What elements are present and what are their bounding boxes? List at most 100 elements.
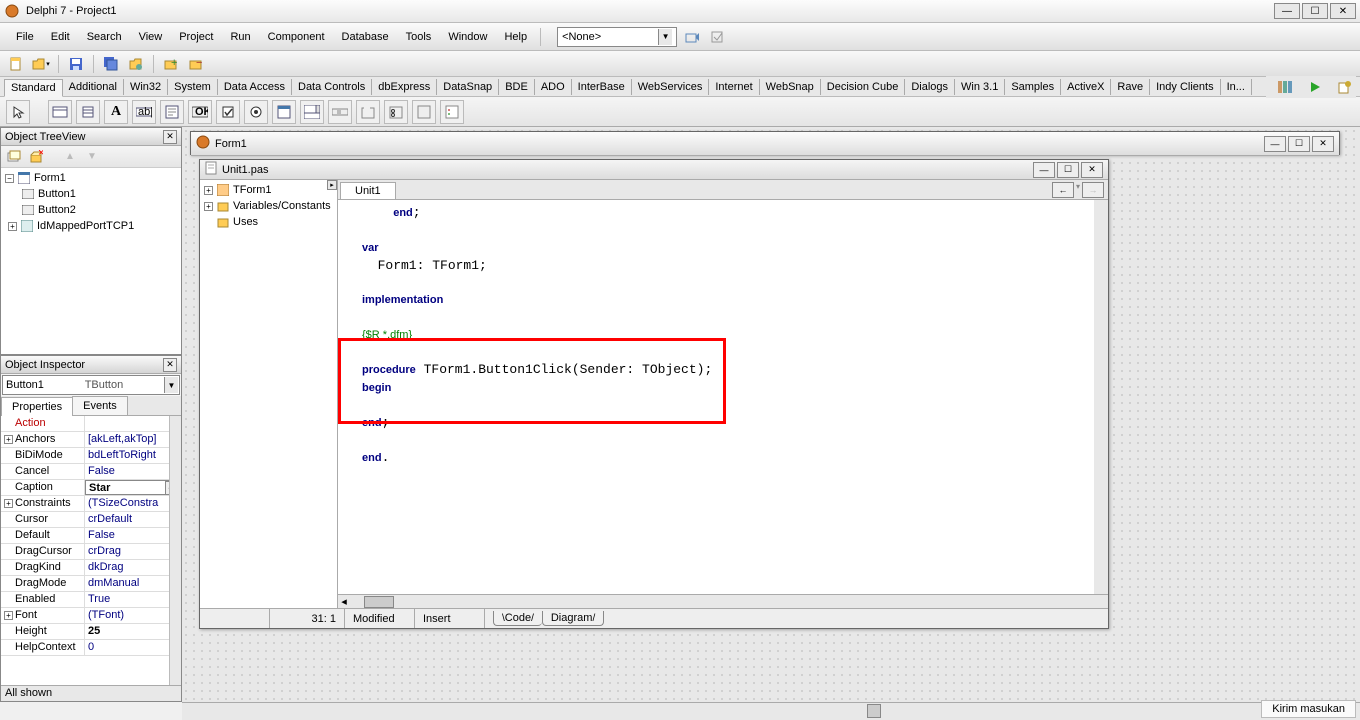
menu-file[interactable]: File [8, 28, 42, 46]
open-button[interactable]: ▾ [30, 53, 52, 75]
tab-properties[interactable]: Properties [1, 397, 73, 416]
form-max-button[interactable]: ☐ [1288, 136, 1310, 152]
run-button[interactable] [1304, 76, 1326, 98]
nav-back-button[interactable]: ← [1052, 182, 1074, 198]
prop-row[interactable]: BiDiModebdLeftToRight [1, 448, 181, 464]
menu-view[interactable]: View [131, 28, 171, 46]
maximize-button[interactable]: ☐ [1302, 3, 1328, 19]
workspace-h-scrollbar[interactable] [182, 702, 1360, 720]
prop-row[interactable]: DragCursorcrDrag [1, 544, 181, 560]
code-explorer[interactable]: ▸ +TForm1 +Variables/Constants Uses [200, 180, 338, 608]
tv-up-button[interactable]: ▲ [61, 148, 79, 166]
ctab-standard[interactable]: Standard [4, 79, 63, 97]
comp-radiobutton[interactable] [244, 100, 268, 124]
ctab-indyclients[interactable]: Indy Clients [1150, 79, 1220, 95]
tab-code[interactable]: \Code/ [493, 611, 542, 626]
ctab-dataaccess[interactable]: Data Access [218, 79, 292, 95]
save-button[interactable] [65, 53, 87, 75]
prop-row[interactable]: +Constraints(TSizeConstra [1, 496, 181, 512]
inspector-grid[interactable]: Action+Anchors[akLeft,akTop]BiDiModebdLe… [1, 416, 181, 685]
tv-down-button[interactable]: ▼ [83, 148, 101, 166]
menu-edit[interactable]: Edit [43, 28, 78, 46]
menu-search[interactable]: Search [79, 28, 130, 46]
form-min-button[interactable]: — [1264, 136, 1286, 152]
config-combo[interactable]: <None> ▼ [557, 27, 677, 47]
ctab-websnap[interactable]: WebSnap [760, 79, 821, 95]
menu-run[interactable]: Run [222, 28, 258, 46]
inspector-close-button[interactable]: ✕ [163, 358, 177, 372]
unit-tab[interactable]: Unit1 [340, 182, 396, 199]
ctab-more[interactable]: In... [1221, 79, 1252, 95]
menu-database[interactable]: Database [334, 28, 397, 46]
prop-row[interactable]: DragKinddkDrag [1, 560, 181, 576]
code-min-button[interactable]: — [1033, 162, 1055, 178]
menu-window[interactable]: Window [440, 28, 495, 46]
h-scrollbar[interactable]: ◂ [338, 594, 1108, 608]
pointer-tool[interactable] [6, 100, 30, 124]
treeview-close-button[interactable]: ✕ [163, 130, 177, 144]
comp-popupmenu[interactable] [76, 100, 100, 124]
comp-button[interactable]: OK [188, 100, 212, 124]
prop-row[interactable]: CaptionStar… [1, 480, 181, 496]
toolbar-icon-1[interactable] [682, 27, 702, 47]
ctab-interbase[interactable]: InterBase [572, 79, 632, 95]
pause-button[interactable] [1334, 76, 1356, 98]
prop-row[interactable]: CursorcrDefault [1, 512, 181, 528]
treeview-body[interactable]: − Form1 Button1 Button2 + IdMappedPortTC… [1, 168, 181, 354]
comp-combobox[interactable] [300, 100, 324, 124]
code-editor[interactable]: end; var Form1: TForm1; implementation {… [338, 200, 1108, 594]
form-designer-window[interactable]: Form1 — ☐ ✕ [190, 131, 1340, 155]
ctab-win32[interactable]: Win32 [124, 79, 168, 95]
comp-checkbox[interactable] [216, 100, 240, 124]
scroll-thumb[interactable] [364, 596, 394, 608]
scroll-thumb[interactable] [867, 704, 881, 718]
splitter-grip[interactable]: ▸ [327, 180, 337, 190]
code-close-button[interactable]: ✕ [1081, 162, 1103, 178]
ctab-rave[interactable]: Rave [1111, 79, 1150, 95]
ctab-internet[interactable]: Internet [709, 79, 759, 95]
comp-actionlist[interactable] [440, 100, 464, 124]
comp-scrollbar[interactable] [328, 100, 352, 124]
saveall-button[interactable] [100, 53, 122, 75]
tree-item-button2[interactable]: Button2 [3, 202, 179, 218]
ctab-datasnap[interactable]: DataSnap [437, 79, 499, 95]
code-max-button[interactable]: ☐ [1057, 162, 1079, 178]
ctab-ado[interactable]: ADO [535, 79, 572, 95]
prop-row[interactable]: DefaultFalse [1, 528, 181, 544]
comp-panel[interactable] [412, 100, 436, 124]
new-button[interactable] [5, 53, 27, 75]
prop-row[interactable]: DragModedmManual [1, 576, 181, 592]
tree-root[interactable]: − Form1 [3, 170, 179, 186]
prop-row[interactable]: Height25 [1, 624, 181, 640]
ctab-datacontrols[interactable]: Data Controls [292, 79, 372, 95]
expand-icon[interactable]: + [8, 222, 17, 231]
ctab-system[interactable]: System [168, 79, 218, 95]
ctab-samples[interactable]: Samples [1005, 79, 1061, 95]
ctab-additional[interactable]: Additional [63, 79, 124, 95]
removefile-button[interactable]: − [185, 53, 207, 75]
tab-diagram[interactable]: Diagram/ [542, 611, 604, 626]
scrollbar[interactable] [169, 416, 181, 685]
ctab-dbexpress[interactable]: dbExpress [372, 79, 437, 95]
prop-row[interactable]: CancelFalse [1, 464, 181, 480]
menu-tools[interactable]: Tools [398, 28, 440, 46]
prop-row[interactable]: Action [1, 416, 181, 432]
menu-project[interactable]: Project [171, 28, 221, 46]
addfile-button[interactable]: + [160, 53, 182, 75]
ctab-webservices[interactable]: WebServices [632, 79, 710, 95]
menu-component[interactable]: Component [260, 28, 333, 46]
tree-item-button1[interactable]: Button1 [3, 186, 179, 202]
minimize-button[interactable]: — [1274, 3, 1300, 19]
palette-books-icon[interactable] [1274, 76, 1296, 98]
comp-mainmenu[interactable] [48, 100, 72, 124]
prop-row[interactable]: +Font(TFont) [1, 608, 181, 624]
comp-listbox[interactable] [272, 100, 296, 124]
comp-groupbox[interactable] [356, 100, 380, 124]
prop-row[interactable]: EnabledTrue [1, 592, 181, 608]
comp-memo[interactable] [160, 100, 184, 124]
comp-radiogroup[interactable] [384, 100, 408, 124]
ctab-win31[interactable]: Win 3.1 [955, 79, 1005, 95]
tab-events[interactable]: Events [72, 396, 128, 415]
openproj-button[interactable] [125, 53, 147, 75]
feedback-button[interactable]: Kirim masukan [1261, 700, 1356, 718]
